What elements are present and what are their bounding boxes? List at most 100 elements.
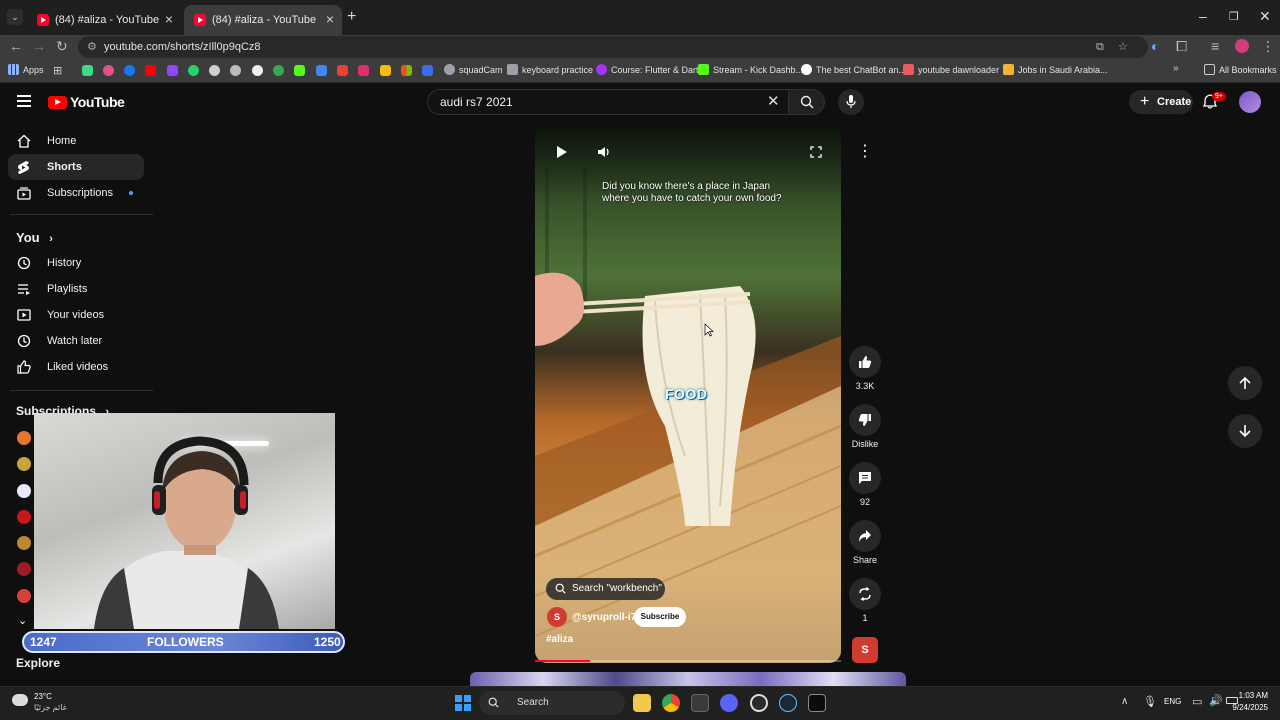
sidebar-item-history[interactable]: History bbox=[8, 250, 144, 276]
browser-tab-1[interactable]: (84) #aliza - YouTube × bbox=[27, 5, 181, 35]
clear-search-icon[interactable]: ✕ bbox=[767, 90, 780, 114]
file-explorer-icon[interactable] bbox=[633, 694, 651, 712]
chrome-menu-icon[interactable]: ⋮ bbox=[1261, 38, 1275, 55]
extension-bookmark-icon[interactable] bbox=[230, 65, 241, 76]
sidebar-you-heading[interactable]: You › bbox=[16, 230, 53, 245]
site-info-icon[interactable]: ⚙ bbox=[87, 36, 97, 58]
fullscreen-icon[interactable] bbox=[810, 146, 822, 158]
bookmark-chatbot[interactable]: The best ChatBot an... bbox=[801, 64, 906, 75]
subscription-channel-avatar[interactable] bbox=[17, 510, 31, 524]
network-icon[interactable]: ▭ bbox=[1192, 695, 1202, 708]
microsoft-icon[interactable] bbox=[401, 65, 412, 76]
next-short-button[interactable] bbox=[1228, 414, 1262, 448]
terminal-icon[interactable] bbox=[808, 694, 826, 712]
bookmark-star-icon[interactable]: ☆ bbox=[1118, 36, 1128, 58]
kick-icon[interactable] bbox=[294, 65, 305, 76]
volume-tray-icon[interactable]: 🔊 bbox=[1209, 694, 1223, 707]
channel-avatar[interactable]: S bbox=[547, 607, 567, 627]
share-button[interactable] bbox=[849, 520, 881, 552]
all-bookmarks[interactable]: All Bookmarks bbox=[1204, 64, 1277, 75]
obs-icon[interactable] bbox=[750, 694, 768, 712]
discord-icon[interactable] bbox=[720, 694, 738, 712]
previous-short-button[interactable] bbox=[1228, 366, 1262, 400]
extension-bookmark-icon[interactable] bbox=[316, 65, 327, 76]
more-bookmarks-icon[interactable]: » bbox=[1173, 63, 1179, 74]
subscription-channel-avatar[interactable] bbox=[17, 536, 31, 550]
language-indicator[interactable]: ENG bbox=[1164, 697, 1181, 706]
sidebar-item-subscriptions[interactable]: Subscriptions bbox=[8, 180, 144, 206]
extensions-puzzle-icon[interactable]: ⧠ bbox=[1176, 38, 1187, 55]
sidebar-item-your-videos[interactable]: Your videos bbox=[8, 302, 144, 328]
facebook-icon[interactable] bbox=[124, 65, 135, 76]
bookmark-apps[interactable]: Apps bbox=[8, 64, 44, 75]
bookmark-youtube-downloader[interactable]: youtube dawnloader bbox=[903, 64, 999, 75]
sidebar-item-watch-later[interactable]: Watch later bbox=[8, 328, 144, 354]
subscribe-button[interactable]: Subscribe bbox=[634, 607, 686, 627]
menu-icon[interactable] bbox=[17, 95, 31, 107]
play-icon[interactable] bbox=[557, 146, 567, 158]
remix-button[interactable] bbox=[849, 578, 881, 610]
next-short-preview[interactable] bbox=[470, 672, 906, 686]
comments-button[interactable] bbox=[849, 462, 881, 494]
youtube-bookmark-icon[interactable] bbox=[145, 65, 156, 76]
openai-icon[interactable] bbox=[209, 65, 220, 76]
bookmark-squadcam[interactable]: squadCam bbox=[444, 64, 503, 75]
bookmark-flutter-course[interactable]: Course: Flutter & Dart bbox=[596, 64, 699, 75]
sidebar-item-home[interactable]: Home bbox=[8, 128, 144, 154]
subscription-channel-avatar[interactable] bbox=[17, 589, 31, 603]
more-options-icon[interactable]: ⋮ bbox=[849, 136, 881, 168]
dislike-button[interactable] bbox=[849, 404, 881, 436]
volume-icon[interactable] bbox=[597, 146, 611, 158]
subscription-channel-avatar[interactable] bbox=[17, 562, 31, 576]
close-tab-icon[interactable]: × bbox=[326, 11, 334, 27]
instagram-icon[interactable] bbox=[358, 65, 369, 76]
extension-bookmark-icon[interactable] bbox=[82, 65, 93, 76]
extension-bookmark-icon[interactable] bbox=[273, 65, 284, 76]
forms-icon[interactable] bbox=[422, 65, 433, 76]
close-window-icon[interactable]: ✕ bbox=[1259, 8, 1271, 25]
google-drive-icon[interactable] bbox=[380, 65, 391, 76]
forward-icon[interactable]: → bbox=[32, 38, 46, 54]
whatsapp-icon[interactable] bbox=[188, 65, 199, 76]
extension-bookmark-icon[interactable] bbox=[103, 65, 114, 76]
media-icon[interactable]: ≡ bbox=[1211, 38, 1219, 54]
steam-icon[interactable] bbox=[779, 694, 797, 712]
reload-icon[interactable]: ↻ bbox=[56, 38, 68, 55]
sidebar-item-liked-videos[interactable]: Liked videos bbox=[8, 354, 144, 380]
search-button[interactable] bbox=[789, 89, 825, 115]
chrome-taskbar-icon[interactable] bbox=[662, 694, 680, 712]
video-hashtag[interactable]: #aliza bbox=[546, 634, 573, 645]
weather-widget[interactable]: 23°C غائم جزئيًا bbox=[10, 690, 70, 718]
bookmark-kick-dashboard[interactable]: Stream - Kick Dashb... bbox=[698, 64, 803, 75]
twitch-icon[interactable] bbox=[167, 65, 178, 76]
subscription-channel-avatar[interactable] bbox=[17, 457, 31, 471]
back-icon[interactable]: ← bbox=[9, 38, 23, 54]
microphone-tray-icon[interactable]: 🎙 bbox=[1143, 695, 1157, 708]
address-bar[interactable]: ⚙ youtube.com/shorts/zIll0p9qCz8 ⧉ ☆ bbox=[78, 36, 1148, 58]
app-taskbar-icon[interactable] bbox=[691, 694, 709, 712]
bookmark-jobs-saudi[interactable]: Jobs in Saudi Arabia... bbox=[1003, 64, 1108, 75]
restore-icon[interactable]: ❐ bbox=[1229, 10, 1239, 23]
account-avatar[interactable] bbox=[1239, 91, 1261, 113]
start-windows-icon[interactable] bbox=[455, 695, 471, 711]
show-hidden-icons-chevron-icon[interactable]: ∧ bbox=[1121, 696, 1128, 707]
install-app-icon[interactable]: ⧉ bbox=[1096, 36, 1104, 58]
minimize-icon[interactable]: – bbox=[1199, 8, 1207, 24]
bookmark-keyboard-practice[interactable]: keyboard practice bbox=[507, 64, 593, 75]
search-input[interactable]: audi rs7 2021 ✕ bbox=[427, 89, 789, 115]
youtube-logo[interactable]: YouTube bbox=[48, 94, 125, 110]
clock[interactable]: 1:03 AM 9/24/2025 bbox=[1228, 690, 1268, 714]
sidebar-item-shorts[interactable]: Shorts bbox=[8, 154, 144, 180]
tab-groups-icon[interactable]: ⊞ bbox=[53, 64, 62, 77]
search-suggestion-chip[interactable]: Search "workbench" bbox=[546, 578, 665, 600]
extension-bookmark-icon[interactable] bbox=[337, 65, 348, 76]
close-tab-icon[interactable]: × bbox=[165, 11, 173, 27]
tab-search-button[interactable]: ⌄ bbox=[7, 9, 23, 25]
browser-tab-2[interactable]: (84) #aliza - YouTube × bbox=[184, 5, 342, 35]
subscription-channel-avatar[interactable] bbox=[17, 484, 31, 498]
channel-name[interactable]: @syruproll-i7 bbox=[572, 612, 636, 623]
like-button[interactable] bbox=[849, 346, 881, 378]
subscription-channel-avatar[interactable] bbox=[17, 431, 31, 445]
voice-search-button[interactable] bbox=[838, 89, 864, 115]
extension-icon[interactable]: ◐ bbox=[1151, 38, 1159, 54]
